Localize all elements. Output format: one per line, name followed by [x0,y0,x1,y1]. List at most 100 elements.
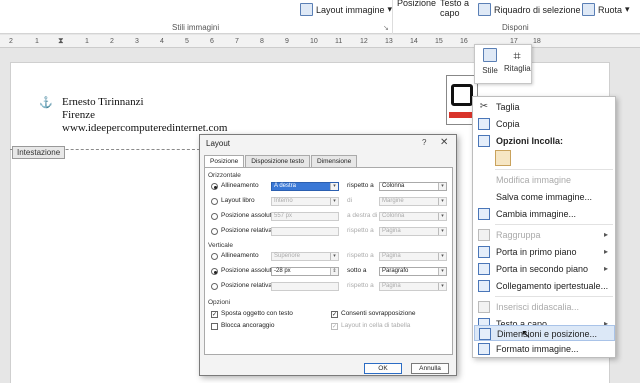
ruler-tick: 2 [110,38,114,45]
menu-item-inserisci-didascalia[interactable]: Inserisci didascalia... [474,299,615,315]
group-label-disponi: Disponi [502,23,529,32]
menu-item-copia[interactable]: Copia [474,116,615,132]
h-a-destra-di-select[interactable]: Colonna ▾ [379,212,447,221]
selection-pane-icon [478,3,491,16]
checkbox-layout-cella[interactable]: ✓ [331,323,338,330]
menu-item-salva-come-immagine[interactable]: Salva come immagine... [474,189,615,205]
paste-option-icon[interactable] [495,150,511,166]
ruler-tick: 9 [285,38,289,45]
anchor-icon: ⚓ [39,97,53,109]
v-relativa-rispetto-select[interactable]: Pagina ▾ [379,282,447,291]
indent-marker-icon[interactable]: ⧗ [58,36,64,46]
menu-item-porta-in-primo-piano[interactable]: Porta in primo piano ▸ [474,244,615,260]
h-posizione-assoluta-input[interactable]: 557 px [271,212,339,221]
link-icon [478,280,490,292]
dropdown-arrow-icon: ▾ [438,253,446,260]
radio-v-allineamento[interactable] [211,253,218,260]
v-allineamento-select[interactable]: Superiore ▾ [271,252,339,261]
menu-item-modifica-immagine[interactable]: Modifica immagine [474,172,615,188]
tab-posizione[interactable]: Posizione [204,155,245,167]
menu-item-cambia-immagine[interactable]: Cambia immagine... [474,206,615,222]
section-verticale: Verticale [208,242,233,249]
close-button[interactable]: ✕ [440,137,448,148]
dialog-launcher-icon[interactable]: ↘ [383,24,389,32]
layout-libro-di-select[interactable]: Margine ▾ [379,197,447,206]
ruler-tick: 6 [210,38,214,45]
ruler-tick: 5 [185,38,189,45]
radio-h-posizione-assoluta[interactable] [211,213,218,220]
group-icon [478,229,490,241]
v-sotto-a-select[interactable]: Paragrafo ▾ [379,267,447,276]
h-allineamento-select[interactable]: A destra ▾ [271,182,339,191]
help-button[interactable]: ? [422,138,426,147]
crop-icon: ⌗ [513,48,521,63]
ruler-tick: 12 [360,38,368,45]
ok-button[interactable]: OK [364,363,402,374]
ruler-tick: 14 [410,38,418,45]
row-h-posizione-relativa: Posizione relativa rispetto a Pagina ▾ [211,227,451,237]
ruler-tick: 1 [35,38,39,45]
row-blocca: Blocca ancoraggio ✓ Layout in cella di t… [211,322,451,332]
menu-item-formato-immagine[interactable]: Formato immagine... [474,341,615,357]
checkbox-consenti[interactable]: ✓ [331,311,338,318]
row-v-allineamento: Allineamento Superiore ▾ rispetto a Pagin… [211,252,451,262]
v-posizione-assoluta-input[interactable]: -28 px ⇕ [271,267,339,276]
context-menu: ✂ Taglia Copia Opzioni Incolla: Modifica… [472,96,616,358]
h-rispetto-select[interactable]: Colonna ▾ [379,182,447,191]
checkbox-sposta[interactable]: ✓ [211,311,218,318]
menu-separator [495,169,613,170]
row-sposta: ✓ Sposta oggetto con testo ✓ Consenti so… [211,310,416,318]
posizione-button[interactable]: Posizione [397,0,436,8]
menu-item-collegamento-ipertestuale[interactable]: Collegamento ipertestuale... [474,278,615,294]
change-image-icon [478,208,490,220]
layout-immagine-button[interactable]: Layout immagine ▾ [300,3,392,16]
spinner-icon[interactable]: ⇕ [330,268,338,275]
tab-disposizione-testo[interactable]: Disposizione testo [245,155,310,167]
menu-separator [495,296,613,297]
annulla-button[interactable]: Annulla [411,363,449,374]
menu-separator [495,224,613,225]
image-content [451,84,473,106]
stile-button[interactable]: Stile [477,48,503,75]
dropdown-arrow-icon: ▾ [438,228,446,235]
ruler-tick: 3 [135,38,139,45]
riquadro-selezione-button[interactable]: Riquadro di selezione [478,3,581,16]
menu-item-taglia[interactable]: ✂ Taglia [474,99,615,115]
submenu-arrow-icon: ▸ [603,264,608,273]
menu-item-opzioni-incolla: Opzioni Incolla: [474,133,615,149]
dropdown-arrow-icon: ▾ [438,183,446,190]
radio-layout-libro[interactable] [211,198,218,205]
ruler-tick: 13 [385,38,393,45]
tab-dimensione[interactable]: Dimensione [310,155,358,167]
v-posizione-relativa-input[interactable] [271,282,339,291]
ruler-tick: 18 [533,38,541,45]
copy-icon [478,118,490,130]
header-tag: Intestazione [12,146,66,159]
checkbox-blocca[interactable] [211,323,218,330]
mini-toolbar: Stile ⌗ Ritaglia [474,44,532,84]
dropdown-arrow-icon: ▾ [438,198,446,205]
dialog-title: Layout [206,139,231,148]
ruler-tick: 16 [460,38,468,45]
radio-h-allineamento[interactable] [211,183,218,190]
v-rispetto-select[interactable]: Pagina ▾ [379,252,447,261]
menu-item-raggruppa[interactable]: Raggruppa ▸ [474,227,615,243]
dropdown-arrow-icon: ▾ [438,268,446,275]
address-line-website: www.ideepercomputeredinternet.com [62,122,228,134]
radio-v-posizione-relativa[interactable] [211,283,218,290]
menu-item-dimensioni-e-posizione[interactable]: Dimensioni e posizione... [474,325,615,341]
ritaglia-button[interactable]: ⌗ Ritaglia [504,48,531,73]
menu-item-porta-in-secondo-piano[interactable]: Porta in secondo piano ▸ [474,261,615,277]
ruota-button[interactable]: Ruota ▾ [582,3,630,16]
ruler-tick: 7 [235,38,239,45]
testo-a-capo-button[interactable]: Testo a capo [440,0,469,18]
layout-libro-select[interactable]: Interno ▾ [271,197,339,206]
h-relativa-rispetto-select[interactable]: Pagina ▾ [379,227,447,236]
ruler-tick: 2 [9,38,13,45]
ruler-tick: 1 [85,38,89,45]
dropdown-arrow-icon: ▾ [330,198,338,205]
radio-h-posizione-relativa[interactable] [211,228,218,235]
h-posizione-relativa-input[interactable] [271,227,339,236]
ruler-tick: 11 [335,38,343,45]
radio-v-posizione-assoluta[interactable] [211,268,218,275]
